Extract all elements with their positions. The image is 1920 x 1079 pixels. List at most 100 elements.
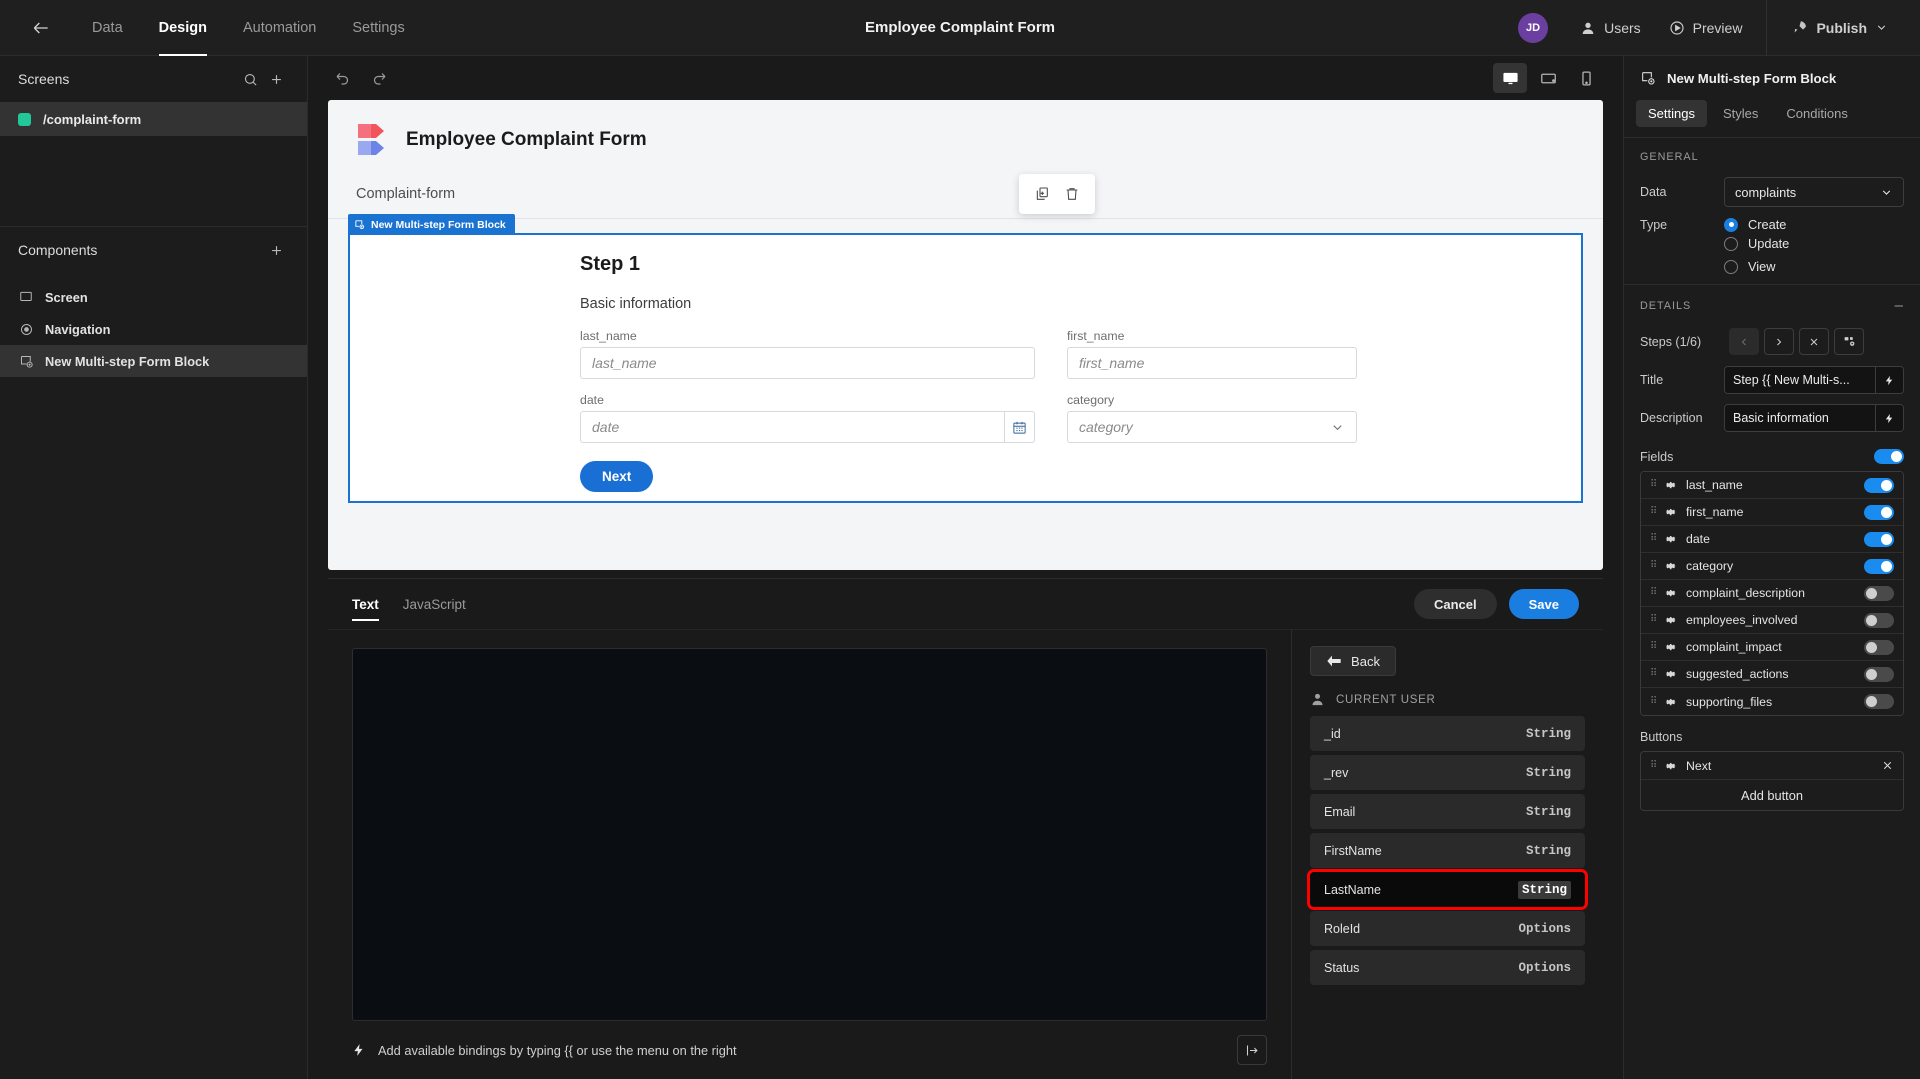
button-row-next[interactable]: ⠿ Next [1641, 752, 1903, 780]
trash-icon[interactable] [1059, 181, 1085, 207]
tab-styles[interactable]: Styles [1711, 100, 1770, 127]
desktop-icon[interactable] [1493, 63, 1527, 93]
binding-row[interactable]: _rev String [1310, 755, 1585, 790]
bindings-back-button[interactable]: Back [1310, 646, 1396, 676]
field-row-complaint-impact[interactable]: ⠿ complaint_impact [1641, 634, 1903, 661]
publish-button[interactable]: Publish [1777, 0, 1902, 56]
chevron-left-icon[interactable] [1729, 328, 1759, 355]
top-nav-item-design[interactable]: Design [141, 0, 225, 56]
tab-settings[interactable]: Settings [1636, 100, 1707, 127]
top-nav-item-data[interactable]: Data [74, 0, 141, 56]
gear-icon[interactable] [1665, 696, 1677, 708]
gear-icon[interactable] [1665, 668, 1677, 680]
next-button[interactable]: Next [580, 461, 654, 492]
binding-row[interactable]: _id String [1310, 716, 1585, 751]
gear-icon[interactable] [1665, 760, 1677, 772]
calendar-icon[interactable] [1004, 412, 1034, 442]
gear-icon[interactable] [1665, 506, 1677, 518]
selected-block[interactable]: New Multi-step Form Block Step 1 Basic i… [348, 214, 1583, 503]
mobile-icon[interactable] [1569, 63, 1603, 93]
field-toggle[interactable] [1864, 585, 1894, 601]
field-row-suggested-actions[interactable]: ⠿ suggested_actions [1641, 661, 1903, 688]
field-toggle[interactable] [1864, 504, 1894, 520]
radio-create[interactable] [1724, 217, 1738, 232]
code-editor[interactable] [352, 648, 1267, 1021]
binding-row[interactable]: FirstName String [1310, 833, 1585, 868]
field-row-first-name[interactable]: ⠿ first_name [1641, 499, 1903, 526]
avatar[interactable]: JD [1518, 12, 1549, 43]
tab-conditions[interactable]: Conditions [1774, 100, 1859, 127]
drag-handle-icon[interactable]: ⠿ [1650, 642, 1657, 652]
users-button[interactable]: Users [1566, 0, 1655, 56]
drag-handle-icon[interactable]: ⠿ [1650, 669, 1657, 679]
add-button[interactable]: Add button [1641, 780, 1903, 810]
field-row-last-name[interactable]: ⠿ last_name [1641, 472, 1903, 499]
gear-icon[interactable] [1665, 560, 1677, 572]
gear-icon[interactable] [1665, 614, 1677, 626]
drag-handle-icon[interactable]: ⠿ [1650, 760, 1657, 770]
data-select[interactable]: complaints [1724, 177, 1904, 207]
field-toggle[interactable] [1864, 477, 1894, 493]
binding-row-highlighted[interactable]: LastName String [1307, 869, 1588, 910]
tablet-icon[interactable] [1531, 63, 1565, 93]
drag-handle-icon[interactable]: ⠿ [1650, 696, 1657, 706]
binding-row[interactable]: Status Options [1310, 950, 1585, 985]
radio-update[interactable] [1724, 236, 1738, 251]
field-toggle[interactable] [1864, 694, 1894, 709]
gear-icon[interactable] [1665, 533, 1677, 545]
gear-icon[interactable] [1665, 587, 1677, 599]
tab-text[interactable]: Text [352, 579, 379, 629]
preview-button[interactable]: Preview [1655, 0, 1757, 56]
field-toggle[interactable] [1864, 639, 1894, 655]
close-icon[interactable] [1799, 328, 1829, 355]
drag-handle-icon[interactable]: ⠿ [1650, 534, 1657, 544]
screen-item-complaint-form[interactable]: /complaint-form [0, 102, 307, 136]
component-item-screen[interactable]: Screen [0, 281, 307, 313]
field-row-complaint-description[interactable]: ⠿ complaint_description [1641, 580, 1903, 607]
field-row-employees-involved[interactable]: ⠿ employees_involved [1641, 607, 1903, 634]
component-item-navigation[interactable]: Navigation [0, 313, 307, 345]
date-input[interactable]: date [580, 411, 1035, 443]
top-nav-item-automation[interactable]: Automation [225, 0, 334, 56]
fields-master-toggle[interactable] [1874, 449, 1904, 464]
gear-icon[interactable] [1665, 479, 1677, 491]
field-row-category[interactable]: ⠿ category [1641, 553, 1903, 580]
description-field[interactable]: Basic information [1724, 404, 1904, 432]
close-icon[interactable] [1881, 759, 1894, 772]
back-button[interactable] [22, 9, 60, 47]
save-button[interactable]: Save [1508, 589, 1579, 619]
gear-icon[interactable] [1665, 641, 1677, 653]
minus-icon[interactable]: – [1895, 298, 1904, 313]
drag-handle-icon[interactable]: ⠿ [1650, 561, 1657, 571]
search-icon[interactable] [237, 66, 263, 92]
duplicate-icon[interactable] [1029, 181, 1055, 207]
add-step-icon[interactable] [1834, 328, 1864, 355]
add-screen-button[interactable] [263, 66, 289, 92]
field-row-supporting-files[interactable]: ⠿ supporting_files [1641, 688, 1903, 715]
undo-icon[interactable] [328, 63, 358, 93]
binding-row[interactable]: Email String [1310, 794, 1585, 829]
cancel-button[interactable]: Cancel [1413, 589, 1497, 619]
field-toggle[interactable] [1864, 612, 1894, 628]
last-name-input[interactable]: last_name [580, 347, 1035, 379]
top-nav-item-settings[interactable]: Settings [334, 0, 422, 56]
add-component-button[interactable] [263, 237, 289, 263]
lightning-icon[interactable] [1875, 405, 1903, 431]
first-name-input[interactable]: first_name [1067, 347, 1357, 379]
drag-handle-icon[interactable]: ⠿ [1650, 507, 1657, 517]
field-toggle[interactable] [1864, 531, 1894, 547]
radio-view[interactable] [1724, 259, 1738, 274]
component-item-new-multi-step-form-block[interactable]: New Multi-step Form Block [0, 345, 307, 377]
drag-handle-icon[interactable]: ⠿ [1650, 615, 1657, 625]
expand-panel-icon[interactable] [1237, 1035, 1267, 1065]
binding-row[interactable]: RoleId Options [1310, 911, 1585, 946]
drag-handle-icon[interactable]: ⠿ [1650, 588, 1657, 598]
field-row-date[interactable]: ⠿ date [1641, 526, 1903, 553]
chevron-right-icon[interactable] [1764, 328, 1794, 355]
field-toggle[interactable] [1864, 558, 1894, 574]
tab-javascript[interactable]: JavaScript [403, 579, 466, 629]
title-field[interactable]: Step {{ New Multi-s... [1724, 366, 1904, 394]
redo-icon[interactable] [364, 63, 394, 93]
field-toggle[interactable] [1864, 666, 1894, 682]
lightning-icon[interactable] [1875, 367, 1903, 393]
